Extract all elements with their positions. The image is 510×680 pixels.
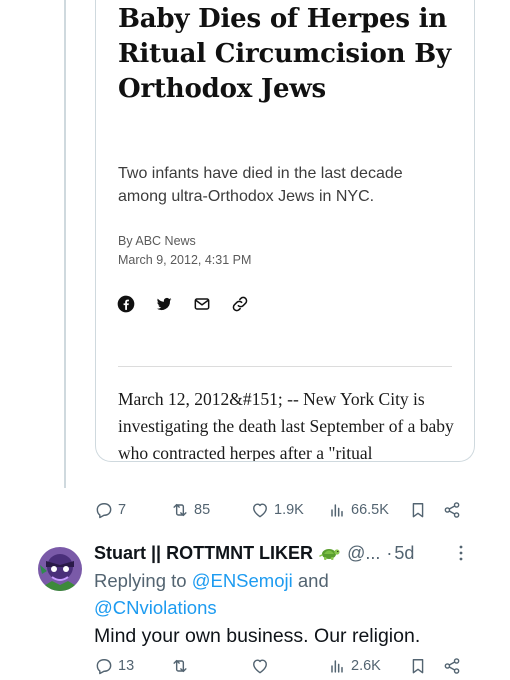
reply-icon xyxy=(96,659,112,675)
thread-line xyxy=(64,0,66,488)
reply-header: Stuart || ROTTMNT LIKER @... · 5d xyxy=(94,540,414,566)
views-icon xyxy=(331,504,343,517)
like-button[interactable]: 1.9K xyxy=(250,500,304,520)
avatar[interactable] xyxy=(38,547,82,591)
separator-dot: · xyxy=(386,542,393,563)
reply-count: 7 xyxy=(118,502,127,518)
tweet-action-bar: 7 85 1.9K 66.5K xyxy=(0,500,510,524)
user-handle[interactable]: @... xyxy=(347,543,380,564)
reply-views-button[interactable]: 2.6K xyxy=(327,656,381,676)
reply-button[interactable]: 7 xyxy=(94,500,126,520)
email-icon[interactable] xyxy=(192,294,212,314)
more-options-icon[interactable] xyxy=(458,543,464,563)
link-card[interactable]: Baby Dies of Herpes in Ritual Circumcisi… xyxy=(95,0,475,462)
reply-icon xyxy=(96,503,112,519)
reply-text: Mind your own business. Our religion. xyxy=(94,625,421,647)
reply-count: 13 xyxy=(118,658,135,674)
reply-action-bar: 13 2.6K xyxy=(0,656,510,680)
timestamp[interactable]: 5d xyxy=(394,543,414,564)
byline-author: By ABC News xyxy=(118,234,196,248)
retweet-button[interactable]: 85 xyxy=(170,500,210,520)
reply-share-button[interactable] xyxy=(442,656,462,676)
article-byline: By ABC News March 9, 2012, 4:31 PM xyxy=(118,232,251,270)
views-count: 2.6K xyxy=(351,658,381,674)
bookmark-button[interactable] xyxy=(408,500,428,520)
facebook-icon[interactable] xyxy=(116,294,136,314)
mention-ensemoji[interactable]: @ENSemoji xyxy=(192,570,293,591)
views-icon xyxy=(331,660,343,673)
retweet-icon xyxy=(173,659,187,673)
turtle-emoji-icon xyxy=(319,543,341,563)
reply-retweet-button[interactable] xyxy=(170,656,194,676)
share-icon xyxy=(444,502,460,518)
retweet-icon xyxy=(173,503,187,517)
like-count: 1.9K xyxy=(274,502,304,518)
and-word: and xyxy=(297,570,329,591)
byline-date: March 9, 2012, 4:31 PM xyxy=(118,253,252,267)
article-headline: Baby Dies of Herpes in Ritual Circumcisi… xyxy=(118,4,451,104)
reply-bookmark-button[interactable] xyxy=(408,656,428,676)
reply-reply-button[interactable]: 13 xyxy=(94,656,134,676)
article-body: March 12, 2012&#151; -- New York City is… xyxy=(118,389,454,462)
share-icon xyxy=(444,658,460,674)
mention-cnviolations[interactable]: @CNviolations xyxy=(94,597,217,618)
retweet-count: 85 xyxy=(194,502,211,518)
views-count: 66.5K xyxy=(351,502,389,518)
heart-icon xyxy=(253,659,267,674)
twitter-icon[interactable] xyxy=(154,294,174,314)
heart-icon xyxy=(253,503,267,518)
replying-prefix: Replying to xyxy=(94,570,187,591)
replying-to: Replying to @ENSemoji and @CNviolations xyxy=(94,567,494,621)
reply-like-button[interactable] xyxy=(250,656,274,676)
bookmark-icon xyxy=(412,659,424,674)
share-button[interactable] xyxy=(442,500,462,520)
article-subhead: Two infants have died in the last decade… xyxy=(118,165,403,205)
share-row xyxy=(116,294,250,314)
link-icon[interactable] xyxy=(230,294,250,314)
card-divider xyxy=(118,366,452,367)
display-name[interactable]: Stuart || ROTTMNT LIKER xyxy=(94,543,313,564)
views-button[interactable]: 66.5K xyxy=(327,500,389,520)
bookmark-icon xyxy=(412,503,424,518)
